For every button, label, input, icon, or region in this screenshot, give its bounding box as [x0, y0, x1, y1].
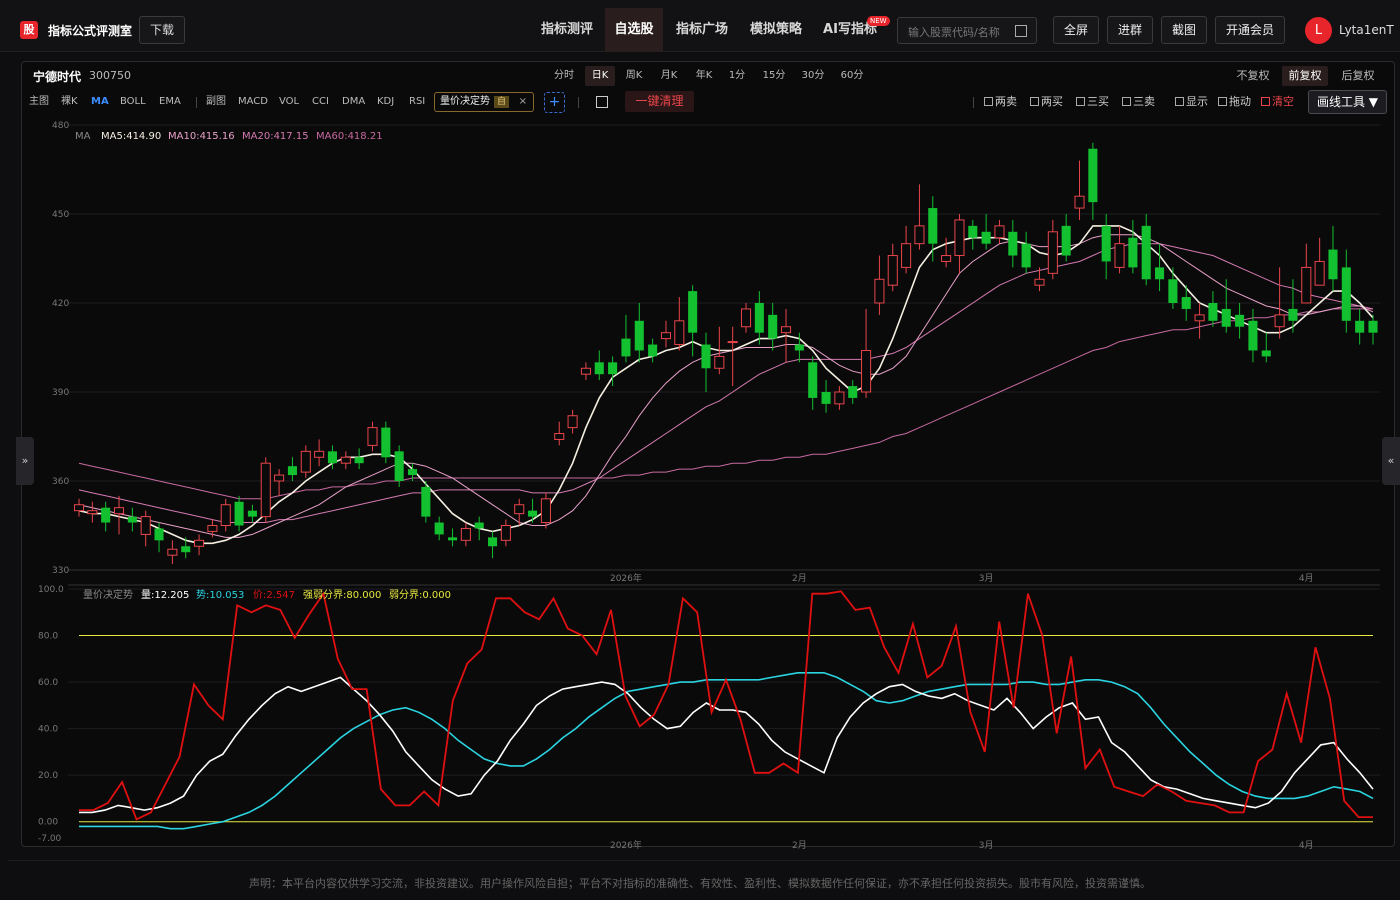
indicator-sub-label: 副图	[206, 96, 226, 107]
checkbox-icon	[1030, 97, 1039, 106]
username[interactable]: Lyta1enT	[1339, 23, 1394, 37]
indicator-main-label: 主图	[29, 96, 49, 107]
period-30min[interactable]: 30分	[799, 66, 827, 86]
nav-simulated-strategy[interactable]: 模拟策略	[741, 8, 811, 52]
drawing-tools-dropdown[interactable]: 画线工具 ▼	[1308, 90, 1387, 114]
toggle-clear[interactable]: 清空	[1261, 95, 1294, 109]
indicator-dma[interactable]: DMA	[342, 95, 365, 109]
indicator-macd[interactable]: MACD	[238, 95, 268, 109]
add-indicator-button[interactable]: +	[544, 92, 565, 113]
app-title: 指标公式评测室	[48, 24, 133, 38]
toggle-show[interactable]: 显示	[1175, 95, 1208, 109]
nav-watchlist[interactable]: 自选股	[605, 8, 663, 52]
indicator-cci[interactable]: CCI	[312, 95, 329, 109]
checkbox-icon	[1122, 97, 1131, 106]
period-60min[interactable]: 60分	[838, 66, 866, 86]
indicator-vol[interactable]: VOL	[279, 95, 299, 109]
custom-indicator-tag: 自	[494, 96, 510, 108]
indicator-kdj[interactable]: KDJ	[377, 95, 394, 109]
nav-indicator-plaza[interactable]: 指标广场	[667, 8, 737, 52]
toggle-three-buy[interactable]: 三买	[1076, 95, 1109, 109]
join-group-button[interactable]: 进群	[1107, 16, 1153, 44]
fullscreen-button[interactable]: 全屏	[1053, 16, 1099, 44]
footer-divider	[8, 860, 1400, 861]
search-clear-icon[interactable]	[1015, 25, 1027, 37]
expand-left-icon[interactable]: »	[16, 437, 34, 485]
checkbox-icon[interactable]	[596, 96, 608, 108]
adjust-forward[interactable]: 前复权	[1282, 66, 1328, 86]
checkbox-icon	[1218, 97, 1227, 106]
adjust-backward[interactable]: 后复权	[1338, 66, 1378, 86]
membership-button[interactable]: 开通会员	[1215, 16, 1285, 44]
disclaimer: 声明：本平台内容仅供学习交流，非投资建议。用户操作风险自担；平台不对指标的准确性…	[249, 877, 1151, 890]
toggle-label: 清空	[1272, 95, 1294, 108]
period-15min[interactable]: 15分	[760, 66, 788, 86]
checkbox-icon	[1261, 97, 1270, 106]
top-bar: 股 指标公式评测室 下载 指标测评 自选股 指标广场 模拟策略 AI写指标 NE…	[0, 0, 1400, 52]
custom-indicator-label: 量价决定势	[440, 96, 490, 107]
period-weekly[interactable]: 周K	[620, 66, 648, 86]
toggle-label: 两卖	[995, 95, 1017, 108]
toggle-label: 三买	[1087, 95, 1109, 108]
remove-indicator-icon[interactable]: ×	[519, 93, 527, 111]
indicator-boll[interactable]: BOLL	[120, 95, 146, 109]
screenshot-button[interactable]: 截图	[1161, 16, 1207, 44]
stock-code: 300750	[89, 69, 131, 82]
search-input[interactable]: 输入股票代码/名称	[908, 24, 1000, 40]
indicator-rsi[interactable]: RSI	[409, 95, 425, 109]
app-logo: 股	[20, 21, 38, 39]
period-1min[interactable]: 1分	[725, 66, 749, 86]
new-badge: NEW	[867, 16, 890, 26]
toggle-label: 三卖	[1133, 95, 1155, 108]
indicator-ma[interactable]: MA	[91, 95, 109, 109]
toggle-two-sell[interactable]: 两卖	[984, 95, 1017, 109]
toggle-two-buy[interactable]: 两买	[1030, 95, 1063, 109]
nav-ai-indicator[interactable]: AI写指标	[815, 8, 885, 52]
expand-right-icon[interactable]: «	[1382, 437, 1400, 485]
indicator-ema[interactable]: EMA	[159, 95, 181, 109]
chart-panel	[21, 61, 1395, 847]
toggle-label: 显示	[1186, 95, 1208, 108]
toggle-label: 两买	[1041, 95, 1063, 108]
toggle-label: 拖动	[1229, 95, 1251, 108]
toolbar-divider	[578, 97, 579, 108]
period-yearly[interactable]: 年K	[690, 66, 718, 86]
indicator-naked-k[interactable]: 裸K	[61, 95, 78, 109]
clear-all-button[interactable]: 一键清理	[625, 91, 694, 112]
custom-indicator-chip[interactable]: 量价决定势自 ×	[434, 92, 534, 112]
toolbar-divider	[973, 97, 974, 108]
avatar[interactable]: L	[1305, 17, 1332, 44]
checkbox-icon	[984, 97, 993, 106]
toggle-three-sell[interactable]: 三卖	[1122, 95, 1155, 109]
adjust-none[interactable]: 不复权	[1233, 66, 1273, 86]
toggle-drag[interactable]: 拖动	[1218, 95, 1251, 109]
toolbar-divider	[196, 97, 197, 108]
period-timeshare[interactable]: 分时	[550, 66, 578, 86]
period-monthly[interactable]: 月K	[655, 66, 683, 86]
download-button[interactable]: 下载	[139, 16, 185, 44]
checkbox-icon	[1076, 97, 1085, 106]
period-daily[interactable]: 日K	[585, 66, 615, 86]
checkbox-icon	[1175, 97, 1184, 106]
stock-search[interactable]: 输入股票代码/名称	[897, 17, 1037, 44]
stock-name: 宁德时代	[33, 70, 82, 84]
nav-indicator-review[interactable]: 指标测评	[532, 8, 602, 52]
